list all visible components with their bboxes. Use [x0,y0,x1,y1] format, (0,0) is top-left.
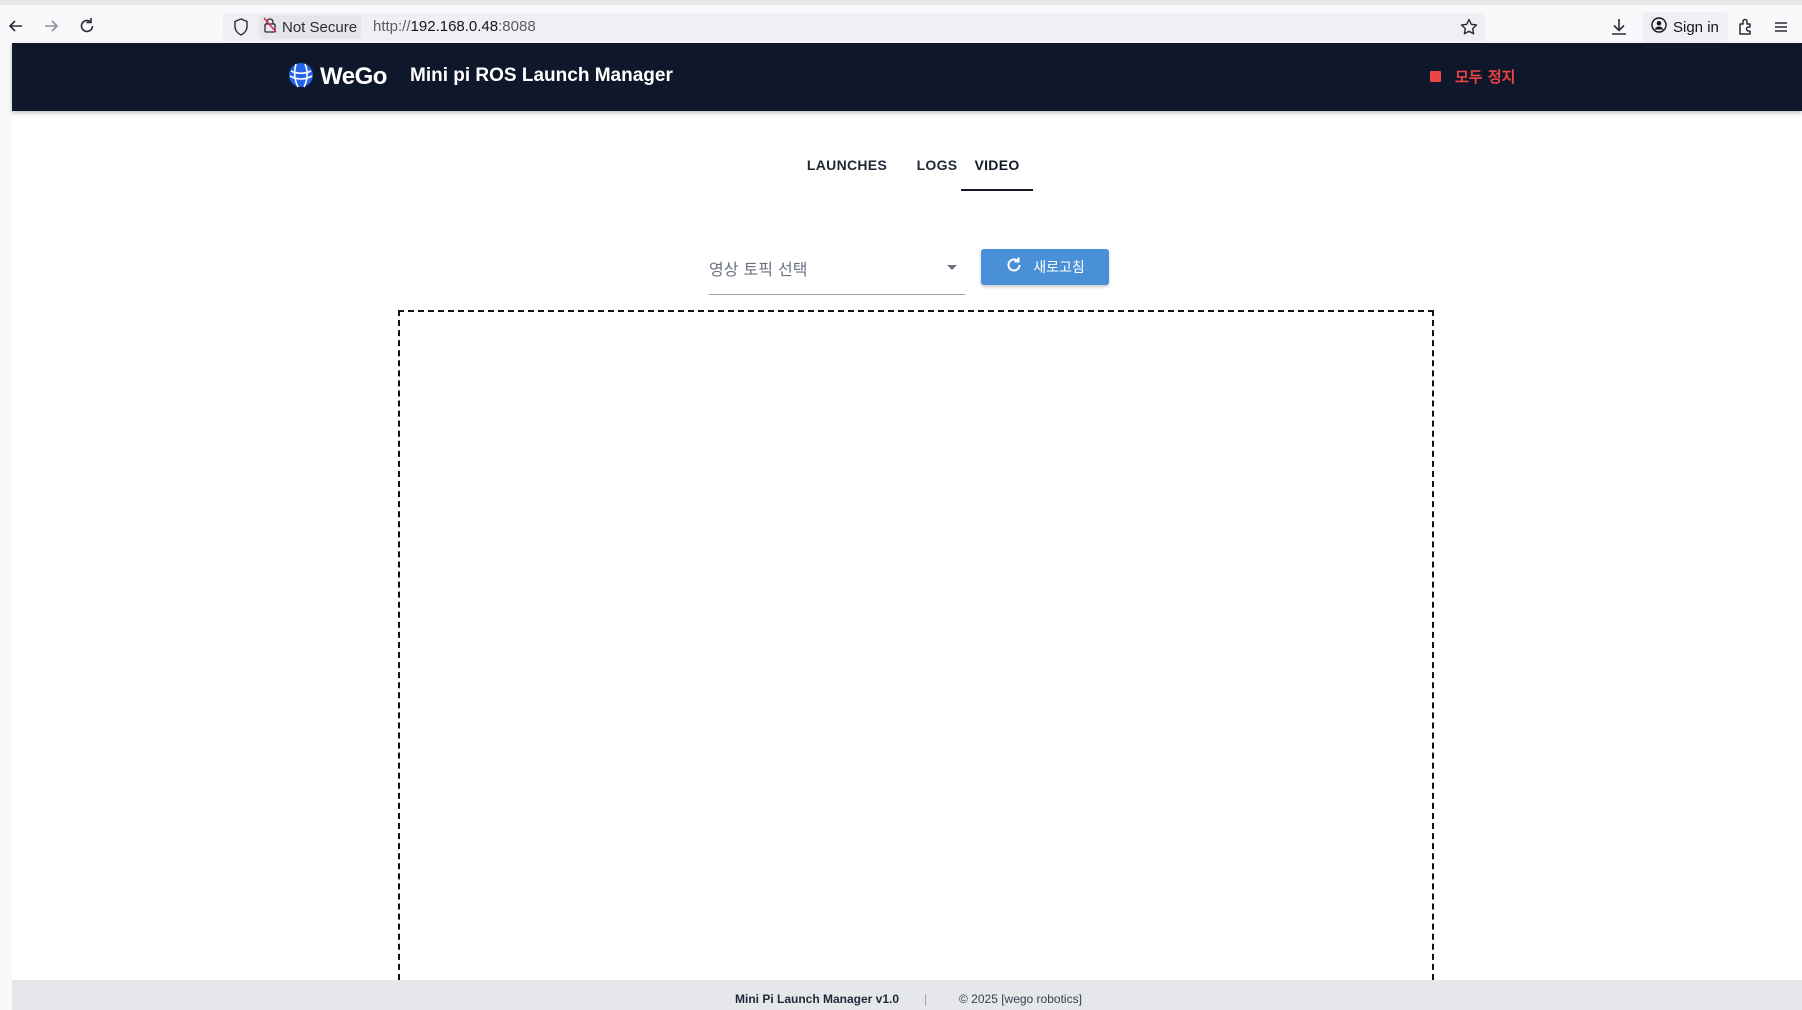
video-display-area [398,310,1434,990]
not-secure-indicator[interactable]: Not Secure [259,15,362,39]
topic-select-placeholder: 영상 토픽 선택 [709,260,808,279]
refresh-label: 새로고침 [1033,260,1085,276]
app-title: Mini pi ROS Launch Manager [410,65,673,86]
tracking-shield-icon[interactable] [233,18,249,36]
browser-toolbar: Not Secure http://192.168.0.48:8088 Sign… [0,0,1802,43]
reload-icon[interactable] [77,16,97,36]
url-host: 192.168.0.48 [410,18,499,35]
address-bar[interactable]: Not Secure http://192.168.0.48:8088 [223,13,1485,41]
stop-square-icon [1430,71,1441,82]
chevron-down-icon [947,265,957,270]
globe-logo-icon [287,61,315,94]
url-text[interactable]: http://192.168.0.48:8088 [373,18,536,35]
downloads-icon[interactable] [1608,16,1630,38]
url-scheme: http:// [373,18,411,35]
footer-separator: | [924,992,928,1006]
refresh-icon [1005,256,1023,279]
footer: Mini Pi Launch Manager v1.0 | © 2025 [we… [12,980,1802,1010]
footer-copyright: © 2025 [wego robotics] [959,992,1082,1006]
stop-all-label: 모두 정지 [1455,68,1516,86]
wego-logo: WeGo [287,61,387,94]
url-port: :8088 [498,18,536,35]
bookmark-star-icon[interactable] [1459,17,1479,37]
back-icon[interactable] [6,16,26,36]
insecure-lock-icon [263,17,277,37]
refresh-button[interactable]: 새로고침 [981,249,1109,285]
sign-in-label: Sign in [1673,18,1719,36]
app-root: WeGo Mini pi ROS Launch Manager 모두 정지 LA… [12,43,1802,1010]
video-topic-select[interactable]: 영상 토픽 선택 [709,243,965,295]
tab-video[interactable]: VIDEO [961,143,1033,191]
tab-launches[interactable]: LAUNCHES [792,143,902,191]
app-header: WeGo Mini pi ROS Launch Manager 모두 정지 [12,43,1802,111]
main-tabs: LAUNCHES LOGS VIDEO [12,143,1802,191]
not-secure-label: Not Secure [282,18,358,36]
menu-icon[interactable] [1770,16,1792,38]
footer-app-name: Mini Pi Launch Manager v1.0 [735,992,900,1006]
logo-text: WeGo [320,63,387,90]
sign-in-button[interactable]: Sign in [1642,12,1728,42]
stop-all-button[interactable]: 모두 정지 [1430,66,1515,87]
account-icon [1651,17,1667,37]
forward-icon[interactable] [41,16,61,36]
extensions-icon[interactable] [1735,16,1757,38]
